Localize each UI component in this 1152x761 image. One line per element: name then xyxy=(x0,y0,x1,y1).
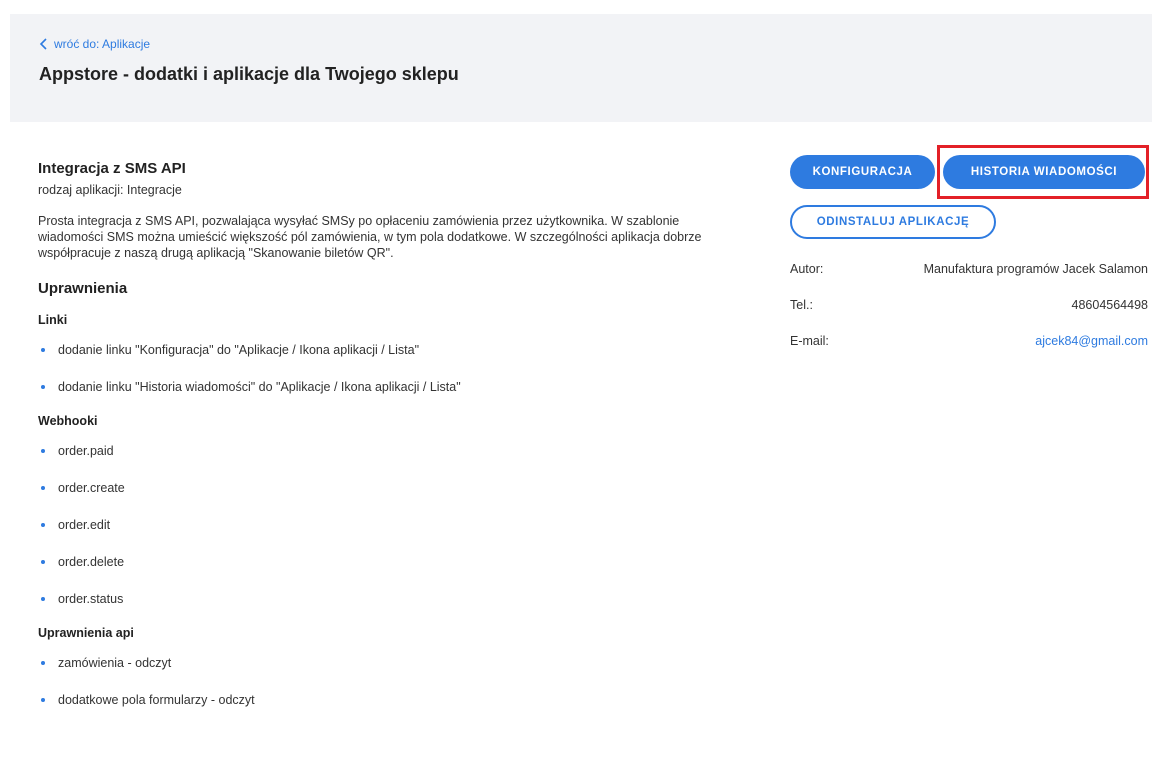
page-header: wróć do: Aplikacje Appstore - dodatki i … xyxy=(10,14,1152,122)
api-permissions-title: Uprawnienia api xyxy=(38,626,134,640)
list-item: order.status xyxy=(38,591,758,607)
tel-value: 48604564498 xyxy=(1071,298,1148,312)
list-item: zamówienia - odczyt xyxy=(38,655,758,671)
list-item: dodanie linku "Konfiguracja" do "Aplikac… xyxy=(38,342,758,358)
app-name: Integracja z SMS API xyxy=(38,160,186,177)
app-details: Integracja z SMS API rodzaj aplikacji: I… xyxy=(38,160,758,708)
webhooks-list: order.paid order.create order.edit order… xyxy=(38,443,758,607)
api-permissions-list: zamówienia - odczyt dodatkowe pola formu… xyxy=(38,655,758,708)
list-item: dodatkowe pola formularzy - odczyt xyxy=(38,692,758,708)
configuration-button[interactable]: KONFIGURACJA xyxy=(790,155,935,189)
app-type: rodzaj aplikacji: Integracje xyxy=(38,183,182,197)
list-item: order.create xyxy=(38,480,758,496)
list-item: dodanie linku "Historia wiadomości" do "… xyxy=(38,379,758,395)
message-history-button[interactable]: HISTORIA WIADOMOŚCI xyxy=(943,155,1145,189)
author-label: Autor: xyxy=(790,262,824,276)
links-list: dodanie linku "Konfiguracja" do "Aplikac… xyxy=(38,342,758,395)
back-link-label: wróć do: Aplikacje xyxy=(54,37,151,51)
email-link[interactable]: ajcek84@gmail.com xyxy=(1035,334,1148,348)
list-item: order.edit xyxy=(38,517,758,533)
links-title: Linki xyxy=(38,313,68,327)
author-value: Manufaktura programów Jacek Salamon xyxy=(923,262,1148,276)
uninstall-app-button[interactable]: ODINSTALUJ APLIKACJĘ xyxy=(790,205,996,239)
page-title: Appstore - dodatki i aplikacje dla Twoje… xyxy=(39,64,459,84)
app-description: Prosta integracja z SMS API, pozwalająca… xyxy=(38,214,702,260)
list-item: order.delete xyxy=(38,554,758,570)
back-link[interactable]: wróć do: Aplikacje xyxy=(39,37,150,51)
webhooks-title: Webhooki xyxy=(38,414,98,428)
list-item: order.paid xyxy=(38,443,758,459)
chevron-left-icon xyxy=(39,38,47,50)
permissions-title: Uprawnienia xyxy=(38,280,128,297)
email-label: E-mail: xyxy=(790,334,829,348)
tel-label: Tel.: xyxy=(790,298,813,312)
